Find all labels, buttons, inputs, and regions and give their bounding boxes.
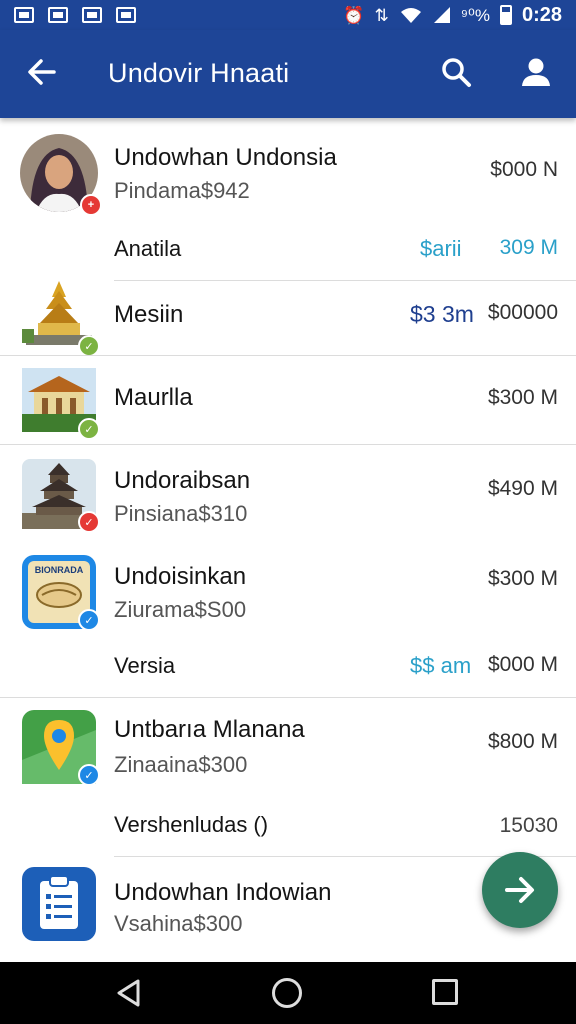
arrow-right-icon [505, 877, 534, 903]
vibrate-icon: ⇅ [374, 5, 389, 25]
status-badge: ✓ [78, 335, 100, 357]
clipboard-icon [40, 875, 78, 929]
status-bar: ⏰ ⇅ ⁹⁰% 0:28 [0, 0, 576, 30]
nav-home-icon[interactable] [272, 978, 302, 1008]
person-icon [522, 58, 550, 86]
list-item[interactable]: ✓ Undoraibsan Pinsiana$310 $490 M [0, 445, 576, 541]
item-title: Undowhan Undonsia [114, 144, 337, 171]
list-item[interactable]: ✓ Untbarıa Mlanana Zinaaina$300 $800 M [0, 698, 576, 798]
item-subtitle: Ziurama$S00 [114, 597, 247, 622]
search-button[interactable] [438, 54, 474, 90]
nav-recents-icon[interactable] [432, 979, 458, 1005]
item-price: $00000 [487, 301, 558, 324]
item-price: $490 M [487, 477, 558, 500]
battery-icon [499, 5, 512, 25]
notification-icons [14, 7, 136, 23]
tower-thumbnail: ✓ [22, 459, 100, 533]
arrow-left-icon [28, 59, 56, 85]
account-button[interactable] [518, 54, 554, 90]
list-item[interactable]: Versia $$ am $000 M [0, 637, 576, 697]
list-item[interactable]: Anatila $arii 309 M [0, 228, 576, 280]
palace-thumbnail: ✓ [22, 368, 100, 442]
notification-photo-icon [48, 7, 68, 23]
item-label: Versia [114, 653, 176, 678]
notification-edit-icon [116, 7, 136, 23]
item-price: $000 N [490, 158, 558, 181]
avatar: + [20, 134, 102, 216]
back-button[interactable] [24, 54, 60, 90]
clipboard-thumbnail [22, 867, 96, 941]
item-subtitle: Pindama$942 [114, 178, 250, 203]
item-accent-value: $arii [420, 236, 462, 261]
item-list: + Undowhan Undonsia Pindama$942 $000 N A… [0, 118, 576, 962]
item-label: Vershenludas () [114, 812, 269, 837]
list-item[interactable]: ✓ Maurlla $300 M [0, 356, 576, 444]
list-item[interactable]: Vershenludas () 15030 [0, 798, 576, 856]
status-badge: ✓ [78, 418, 100, 440]
notification-checkbox-icon [82, 7, 102, 23]
status-badge: + [80, 194, 102, 216]
item-title: Undowhan Indowian [114, 879, 332, 906]
status-badge: ✓ [78, 764, 100, 786]
list-item[interactable]: + Undowhan Undonsia Pindama$942 $000 N [0, 118, 576, 228]
item-subtitle: Vsahina$300 [114, 911, 243, 936]
wifi-icon [400, 8, 421, 23]
item-subtitle: Pinsiana$310 [114, 501, 248, 526]
item-price: $300 M [487, 567, 558, 590]
status-badge: ✓ [78, 511, 100, 533]
app-bar: Undovir Hnaati [0, 30, 576, 118]
item-title: Mesiin [114, 301, 184, 328]
system-navigation-bar [0, 962, 576, 1024]
item-accent-value: $3 3m [410, 301, 474, 327]
battery-percent-text: ⁹⁰% [460, 5, 490, 25]
next-fab-button[interactable] [482, 852, 558, 928]
item-title: Undoraibsan [114, 467, 251, 494]
list-item[interactable]: BIONRADA ✓ Undoisinkan Ziurama$S00 $300 … [0, 541, 576, 637]
item-price: 15030 [499, 814, 558, 837]
maps-app-thumbnail: ✓ [22, 710, 100, 786]
notification-image-icon [14, 7, 34, 23]
page-title: Undovir Hnaati [108, 58, 290, 88]
item-accent-value: $$ am [410, 653, 472, 678]
item-price: $000 M [487, 653, 558, 676]
item-subtitle: Zinaaina$300 [114, 752, 248, 777]
item-title: Undoisinkan [114, 563, 247, 590]
thumbnail-caption: BIONRADA [35, 565, 84, 575]
map-app-thumbnail: BIONRADA ✓ [22, 555, 100, 631]
item-price: $300 M [487, 386, 558, 409]
alarm-icon: ⏰ [343, 5, 365, 25]
item-title: Maurlla [114, 384, 193, 411]
item-price: 309 M [499, 236, 558, 259]
nav-back-icon[interactable] [114, 978, 144, 1008]
item-title: Untbarıa Mlanana [114, 716, 305, 743]
search-icon [442, 58, 471, 87]
item-price: $800 M [487, 730, 558, 753]
temple-thumbnail: ✓ [22, 279, 100, 357]
system-icons: ⏰ ⇅ ⁹⁰% 0:28 [343, 4, 562, 27]
clock-text: 0:28 [521, 3, 562, 26]
status-badge: ✓ [78, 609, 100, 631]
list-item[interactable]: ✓ Mesiin $3 3m $00000 [0, 279, 576, 357]
item-label: Anatila [114, 236, 182, 261]
cell-signal-icon [433, 7, 450, 23]
